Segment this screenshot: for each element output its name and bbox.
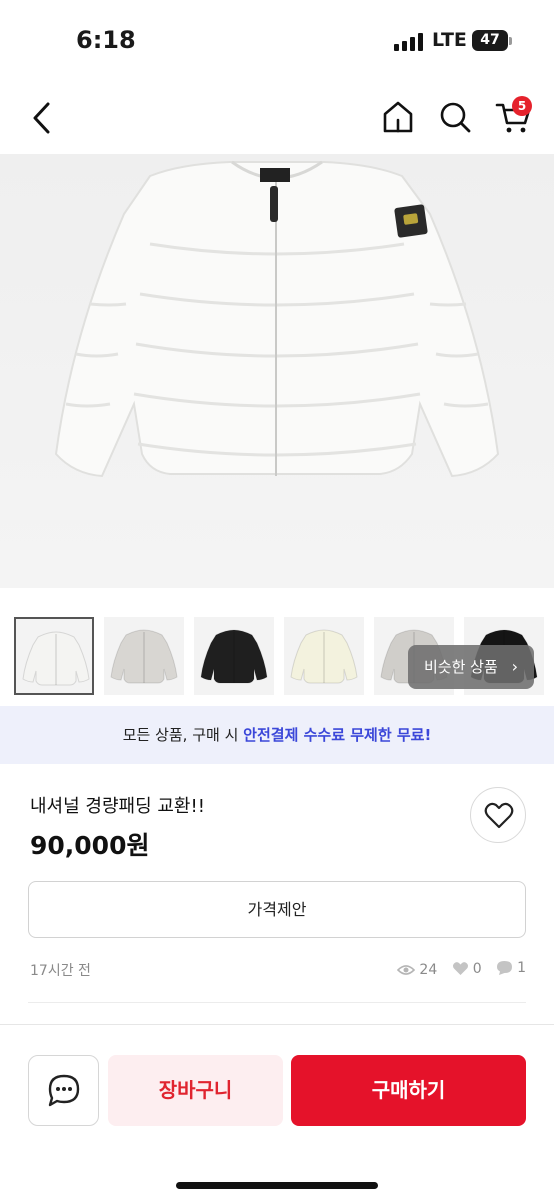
buy-now-button[interactable]: 구매하기 (291, 1055, 526, 1126)
search-icon (440, 102, 471, 133)
status-bar: 6:18 LTE 47 (0, 0, 554, 80)
banner-text: 모든 상품, 구매 시 (122, 726, 244, 744)
bottom-action-bar: 장바구니 구매하기 (0, 1024, 554, 1200)
view-count: 24 (397, 962, 437, 978)
chat-bubble-icon (497, 961, 513, 975)
banner-accent-text: 안전결제 수수료 무제한 무료! (243, 726, 432, 744)
similar-products-label: 비슷한 상품 (424, 658, 498, 676)
wishlist-button[interactable] (470, 787, 526, 843)
chat-count-value: 1 (517, 960, 526, 976)
product-photo (54, 160, 500, 478)
thumbnail-1[interactable] (14, 617, 94, 695)
back-icon (33, 102, 50, 134)
promo-banner[interactable]: 모든 상품, 구매 시 안전결제 수수료 무제한 무료! (0, 706, 554, 764)
thumbnail-4[interactable] (284, 617, 364, 695)
like-count: 0 (452, 961, 482, 977)
back-button[interactable] (26, 98, 62, 138)
cart-count-badge: 5 (512, 96, 532, 116)
product-title: 내셔널 경량패딩 교환!! (30, 796, 205, 817)
like-count-value: 0 (472, 960, 482, 977)
search-button[interactable] (437, 99, 473, 135)
home-icon (383, 101, 413, 133)
divider (28, 1002, 526, 1003)
status-time: 6:18 (76, 26, 136, 54)
thumbnail-3[interactable] (194, 617, 274, 695)
chevron-right-icon: › (511, 657, 518, 676)
product-price: 90,000원 (30, 831, 150, 860)
battery-nub (509, 37, 512, 45)
posted-time: 17시간 전 (30, 963, 91, 979)
network-type: LTE (432, 29, 467, 51)
home-indicator (176, 1182, 378, 1189)
heart-icon (484, 802, 514, 829)
heart-icon (452, 962, 468, 975)
thumbnail-2[interactable] (104, 617, 184, 695)
top-navigation: 5 (0, 80, 554, 154)
chat-button[interactable] (28, 1055, 99, 1126)
chat-count: 1 (496, 960, 526, 976)
product-image[interactable] (0, 154, 554, 588)
view-count-value: 24 (419, 962, 438, 978)
add-to-cart-button[interactable]: 장바구니 (108, 1055, 283, 1126)
product-stats: 24 0 1 (387, 960, 526, 980)
signal-icon (394, 33, 424, 51)
thumbnail-jacket (22, 631, 90, 686)
chat-icon (48, 1074, 80, 1107)
thumbnail-jacket (200, 629, 268, 684)
home-button[interactable] (380, 99, 416, 135)
battery-icon: 47 (472, 30, 508, 51)
similar-products-button[interactable]: 비슷한 상품 › (408, 645, 534, 689)
eye-icon (397, 965, 416, 975)
thumbnail-jacket (290, 629, 358, 684)
price-offer-button[interactable]: 가격제안 (28, 881, 526, 938)
thumbnail-jacket (110, 629, 178, 684)
